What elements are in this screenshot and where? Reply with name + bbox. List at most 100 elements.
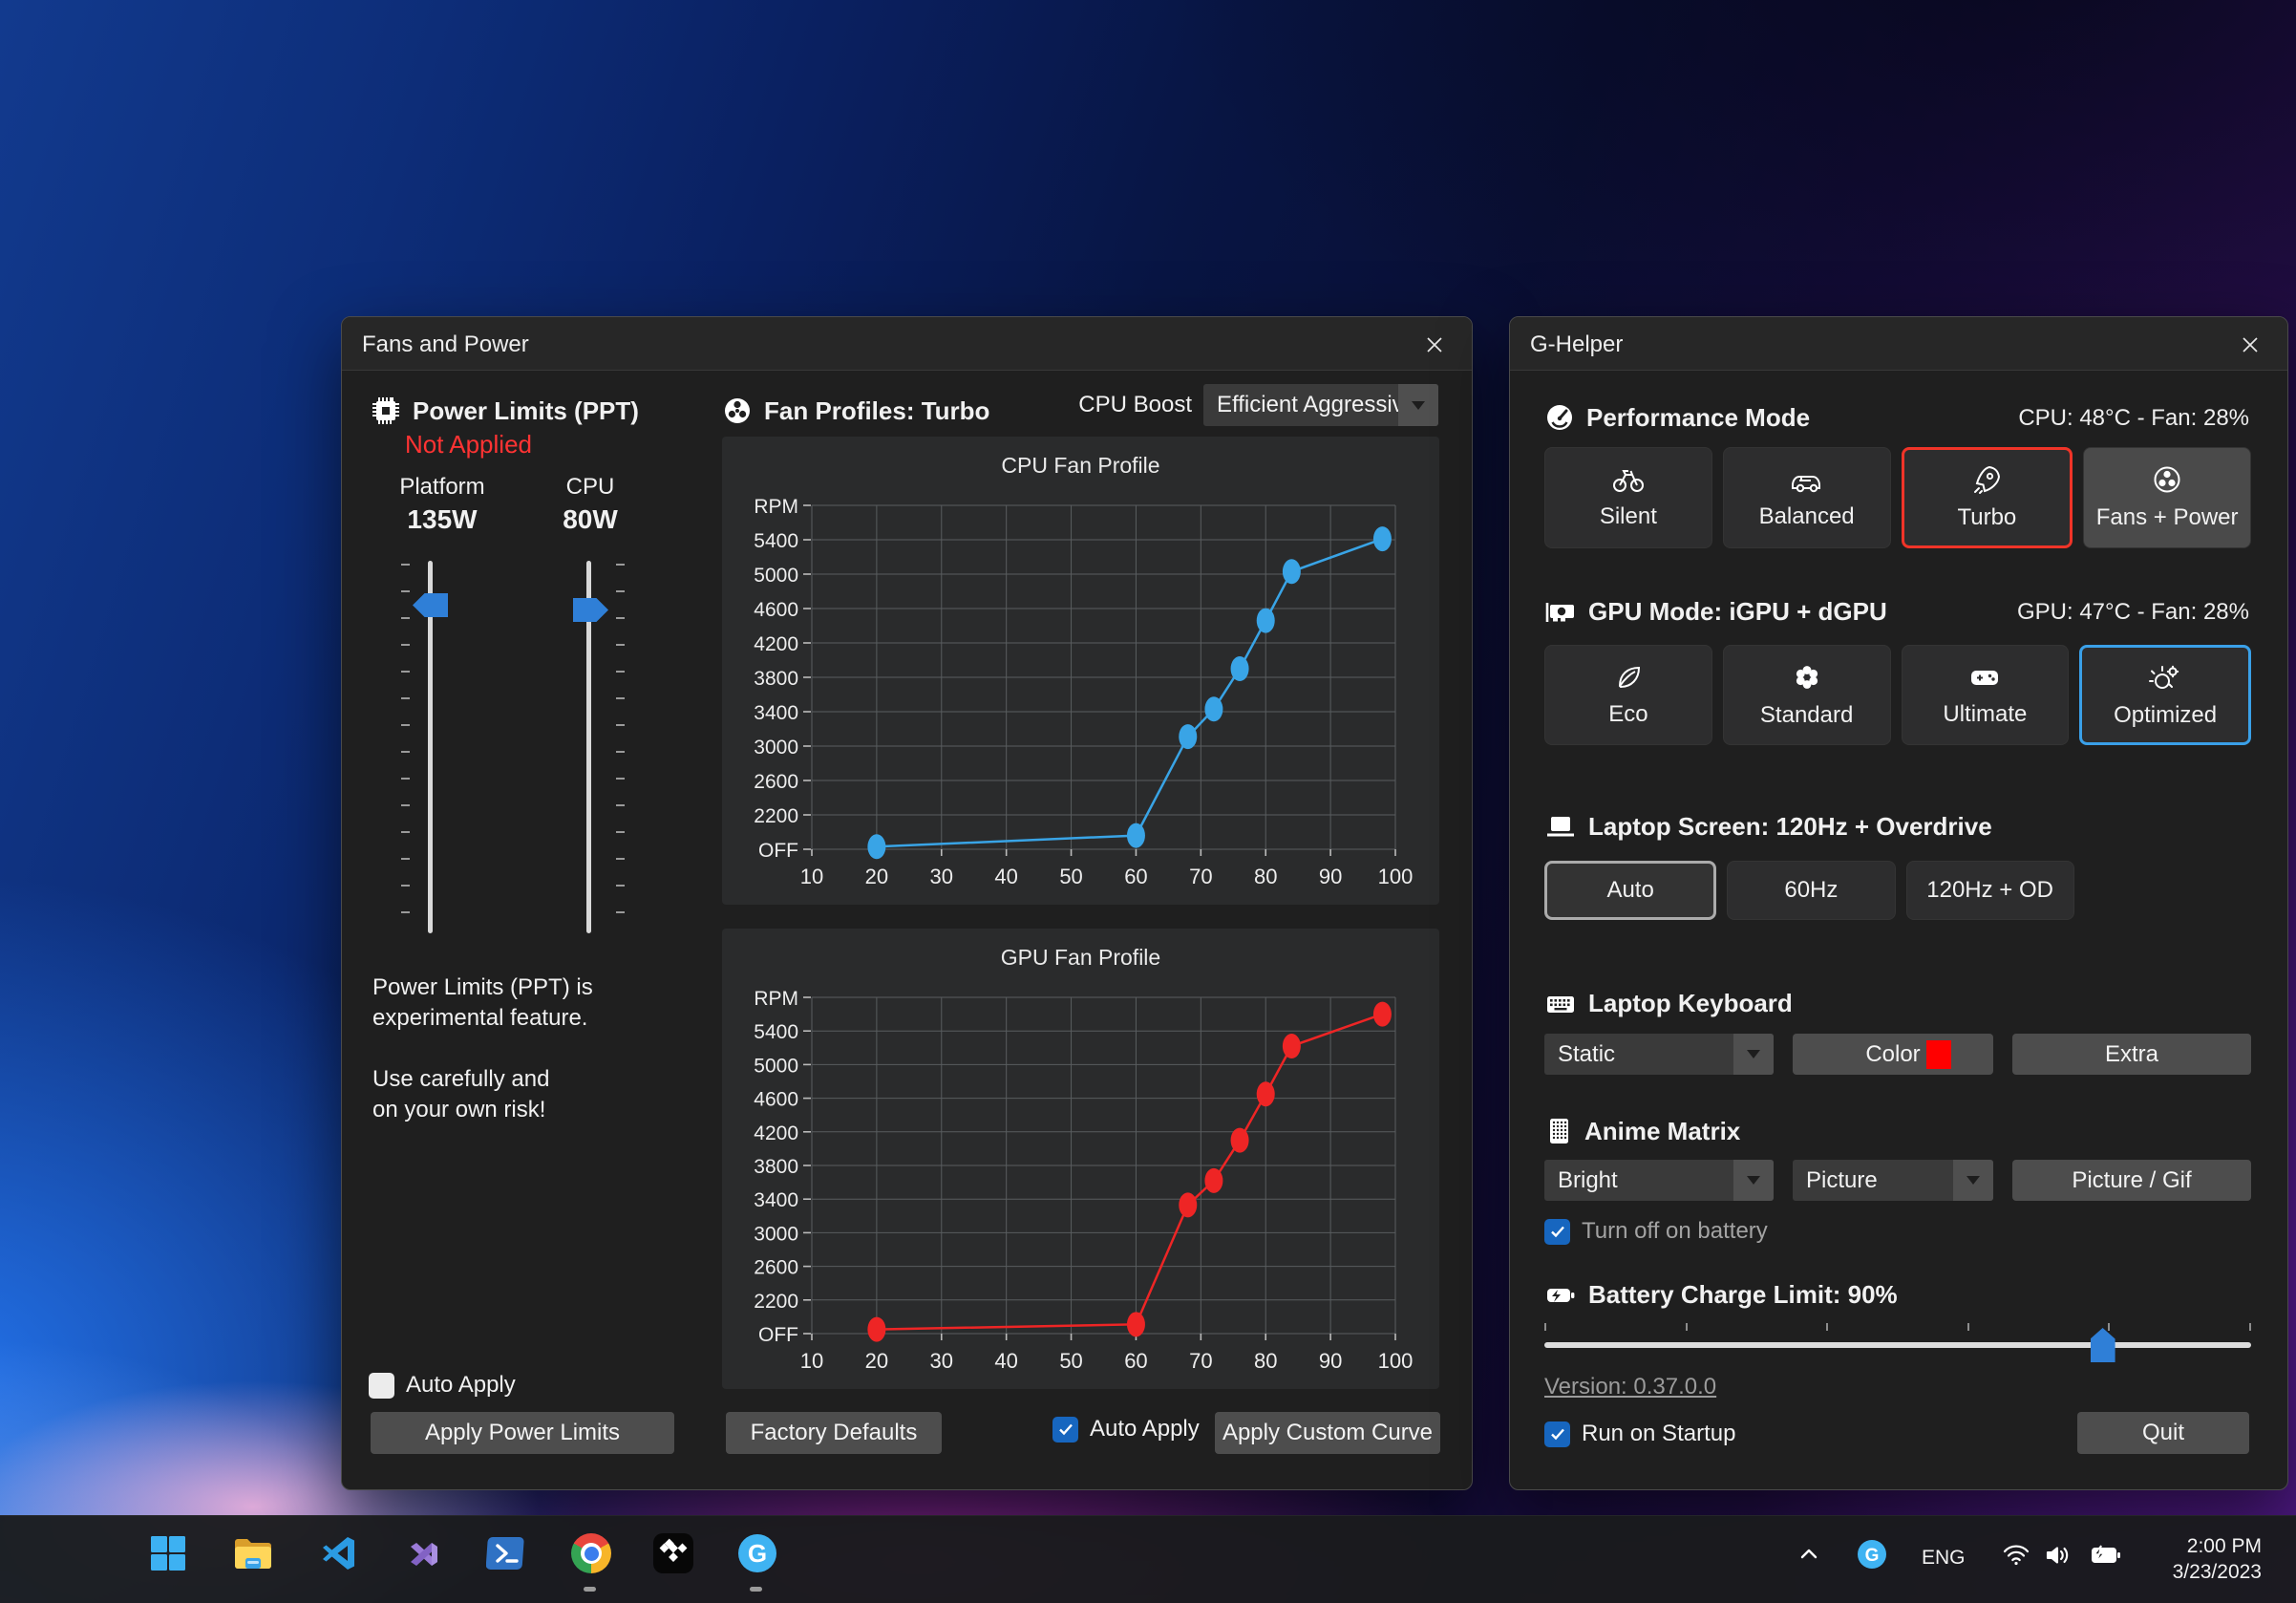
keyboard-color-button[interactable]: Color bbox=[1793, 1034, 1993, 1075]
version-link[interactable]: Version: 0.37.0.0 bbox=[1544, 1374, 1716, 1400]
quit-button[interactable]: Quit bbox=[2077, 1412, 2249, 1454]
start-button-icon[interactable] bbox=[147, 1532, 189, 1574]
tray-ghelper-letter: G bbox=[1865, 1546, 1880, 1566]
anime-brightness-value: Bright bbox=[1544, 1167, 1733, 1194]
chevron-down-icon[interactable] bbox=[1733, 1160, 1774, 1201]
svg-text:3000: 3000 bbox=[754, 1223, 798, 1245]
laptop-keyboard-label: Laptop Keyboard bbox=[1588, 989, 1793, 1018]
svg-text:80: 80 bbox=[1254, 1349, 1277, 1373]
wifi-icon[interactable] bbox=[2002, 1543, 2030, 1568]
apply-power-limits-button[interactable]: Apply Power Limits bbox=[371, 1412, 674, 1454]
chevron-down-icon[interactable] bbox=[1953, 1160, 1993, 1201]
svg-text:3800: 3800 bbox=[754, 1156, 798, 1178]
fan-profiles-header-label: Fan Profiles: Turbo bbox=[764, 396, 989, 426]
platform-slider-value: 135W bbox=[371, 504, 514, 535]
tidal-icon[interactable] bbox=[652, 1532, 694, 1574]
ultimate-label: Ultimate bbox=[1943, 701, 2027, 728]
platform-slider-thumb[interactable] bbox=[413, 593, 448, 617]
svg-text:60: 60 bbox=[1124, 865, 1147, 888]
file-explorer-icon[interactable] bbox=[232, 1532, 274, 1574]
desktop-wallpaper: Fans and Power Power Limits (PPT) Not Ap… bbox=[0, 0, 2296, 1603]
run-on-startup-checkbox[interactable] bbox=[1544, 1421, 1570, 1447]
screen-buttons: Auto 60Hz 120Hz + OD bbox=[1544, 861, 2251, 920]
screen-60hz-button[interactable]: 60Hz bbox=[1727, 861, 1895, 920]
svg-text:5400: 5400 bbox=[754, 530, 798, 552]
turn-off-on-battery-checkbox[interactable] bbox=[1544, 1219, 1570, 1245]
ultimate-mode-button[interactable]: Ultimate bbox=[1902, 645, 2070, 745]
power-limits-status: Not Applied bbox=[405, 430, 532, 460]
cpu-slider-ticks bbox=[616, 564, 625, 934]
balanced-mode-button[interactable]: Balanced bbox=[1723, 447, 1891, 548]
cpu-boost-dropdown[interactable]: Efficient Aggressive bbox=[1203, 384, 1438, 426]
screen-auto-label: Auto bbox=[1606, 877, 1653, 904]
svg-text:4200: 4200 bbox=[754, 633, 798, 655]
anime-mode-dropdown[interactable]: Picture bbox=[1793, 1160, 1993, 1201]
silent-mode-button[interactable]: Silent bbox=[1544, 447, 1712, 548]
gpu-card-icon bbox=[1544, 596, 1577, 627]
chrome-icon[interactable] bbox=[570, 1532, 612, 1574]
factory-defaults-button[interactable]: Factory Defaults bbox=[726, 1412, 942, 1454]
cpu-slider-thumb[interactable] bbox=[573, 598, 608, 622]
svg-text:2600: 2600 bbox=[754, 1257, 798, 1279]
power-limits-warning: Power Limits (PPT) is experimental featu… bbox=[372, 972, 593, 1125]
eco-mode-button[interactable]: Eco bbox=[1544, 645, 1712, 745]
cpu-boost-value: Efficient Aggressive bbox=[1203, 392, 1398, 418]
turbo-mode-button[interactable]: Turbo bbox=[1902, 447, 2073, 548]
keyboard-color-label: Color bbox=[1865, 1041, 1920, 1068]
picture-gif-button[interactable]: Picture / Gif bbox=[2012, 1160, 2251, 1201]
gpu-fan-chart[interactable]: GPU Fan ProfileRPM5400500046004200380034… bbox=[722, 929, 1439, 1389]
warning-line: experimental feature. bbox=[372, 1005, 587, 1031]
svg-text:60: 60 bbox=[1124, 1349, 1147, 1373]
fan-profiles-header: Fan Profiles: Turbo bbox=[722, 395, 989, 426]
svg-text:4600: 4600 bbox=[754, 599, 798, 621]
svg-text:20: 20 bbox=[865, 1349, 888, 1373]
fans-window-titlebar: Fans and Power bbox=[342, 317, 1472, 371]
keyboard-mode-dropdown[interactable]: Static bbox=[1544, 1034, 1774, 1075]
svg-text:5000: 5000 bbox=[754, 1055, 798, 1077]
chevron-down-icon[interactable] bbox=[1398, 384, 1438, 426]
svg-text:90: 90 bbox=[1319, 1349, 1342, 1373]
power-auto-apply-checkbox[interactable] bbox=[369, 1373, 394, 1399]
keyboard-extra-button[interactable]: Extra bbox=[2012, 1034, 2251, 1075]
ghelper-app-icon[interactable]: G bbox=[736, 1532, 778, 1574]
battery-limit-header: Battery Charge Limit: 90% bbox=[1544, 1280, 1898, 1310]
optimized-mode-button[interactable]: Optimized bbox=[2079, 645, 2251, 745]
run-on-startup-row: Run on Startup bbox=[1544, 1421, 1735, 1447]
visual-studio-icon[interactable] bbox=[403, 1532, 445, 1574]
tray-language-indicator[interactable]: ENG bbox=[1922, 1547, 1966, 1570]
chevron-down-icon[interactable] bbox=[1733, 1034, 1774, 1075]
matrix-dots-icon bbox=[1544, 1116, 1573, 1146]
ghelper-titlebar: G-Helper bbox=[1510, 317, 2287, 371]
volume-icon[interactable] bbox=[2045, 1543, 2073, 1568]
svg-text:90: 90 bbox=[1319, 865, 1342, 888]
tray-ghelper-icon[interactable]: G bbox=[1857, 1539, 1887, 1570]
svg-text:30: 30 bbox=[930, 865, 953, 888]
curve-auto-apply-checkbox[interactable] bbox=[1052, 1417, 1078, 1443]
svg-text:RPM: RPM bbox=[754, 988, 798, 1010]
apply-custom-curve-button[interactable]: Apply Custom Curve bbox=[1215, 1412, 1440, 1454]
anime-brightness-dropdown[interactable]: Bright bbox=[1544, 1160, 1774, 1201]
battery-slider-thumb[interactable] bbox=[2091, 1328, 2115, 1362]
close-icon[interactable] bbox=[1413, 327, 1456, 363]
battery-charging-icon[interactable] bbox=[2090, 1543, 2122, 1568]
powershell-icon[interactable] bbox=[485, 1532, 527, 1574]
battery-slider-track[interactable] bbox=[1544, 1342, 2251, 1348]
close-icon[interactable] bbox=[2228, 327, 2272, 363]
screen-120hz-od-button[interactable]: 120Hz + OD bbox=[1906, 861, 2074, 920]
screen-auto-button[interactable]: Auto bbox=[1544, 861, 1716, 920]
turn-off-on-battery-label: Turn off on battery bbox=[1582, 1218, 1768, 1245]
battery-slider-ticks bbox=[1544, 1323, 2251, 1331]
gpu-fan-chart-panel[interactable]: GPU Fan ProfileRPM5400500046004200380034… bbox=[722, 929, 1439, 1389]
taskbar: G G ENG bbox=[0, 1515, 2296, 1603]
svg-text:OFF: OFF bbox=[758, 1324, 798, 1346]
cpu-fan-chart[interactable]: CPU Fan ProfileRPM5400500046004200380034… bbox=[722, 437, 1439, 905]
ghelper-running-indicator bbox=[750, 1587, 762, 1592]
fans-power-button[interactable]: Fans + Power bbox=[2083, 447, 2251, 548]
vscode-icon[interactable] bbox=[318, 1532, 360, 1574]
laptop-keyboard-header: Laptop Keyboard bbox=[1544, 989, 1793, 1018]
tray-clock[interactable]: 2:00 PM 3/23/2023 bbox=[2173, 1533, 2262, 1585]
tray-chevron-up-icon[interactable] bbox=[1797, 1543, 1820, 1566]
standard-mode-button[interactable]: Standard bbox=[1723, 645, 1891, 745]
gpu-mode-header: GPU Mode: iGPU + dGPU bbox=[1544, 596, 1887, 627]
cpu-fan-chart-panel[interactable]: CPU Fan ProfileRPM5400500046004200380034… bbox=[722, 437, 1439, 905]
